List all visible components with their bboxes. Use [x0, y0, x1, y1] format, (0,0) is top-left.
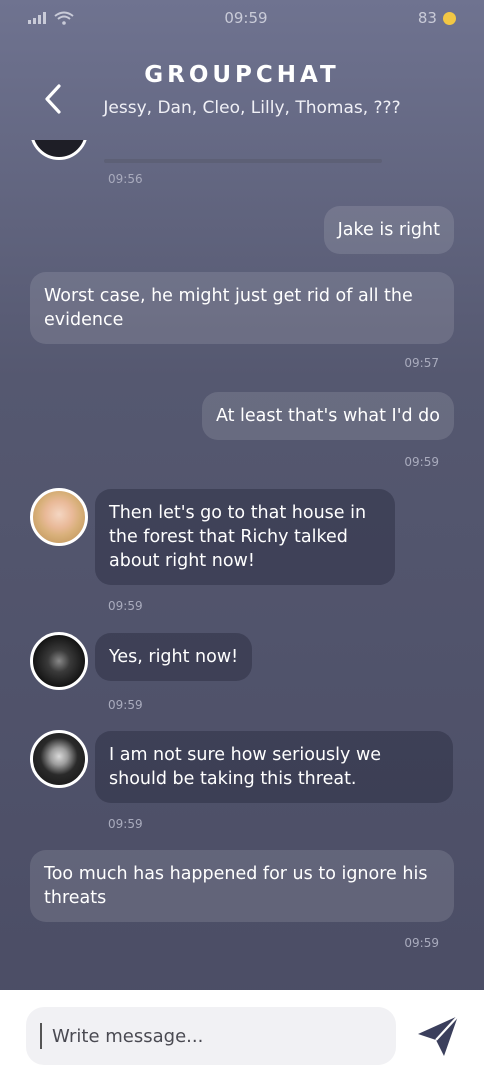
message-time: 09:59	[108, 698, 143, 712]
avatar[interactable]	[30, 488, 88, 546]
clock: 09:59	[224, 9, 268, 27]
avatar[interactable]	[30, 140, 88, 160]
avatar[interactable]	[30, 730, 88, 788]
message-time: 09:59	[108, 599, 143, 613]
send-icon[interactable]	[414, 1014, 462, 1058]
group-members: Jessy, Dan, Cleo, Lilly, Thomas, ???	[103, 98, 401, 118]
battery: 83	[418, 9, 456, 27]
message-list[interactable]: 09:56 Jake is right Worst case, he might…	[0, 140, 484, 990]
message-input[interactable]	[52, 1025, 372, 1047]
status-bar: 09:59 83	[0, 0, 484, 36]
message-bubble-outgoing[interactable]: Jake is right	[323, 206, 454, 254]
back-arrow-icon[interactable]	[40, 82, 66, 116]
message-bubble-outgoing[interactable]: Worst case, he might just get rid of all…	[30, 272, 454, 344]
previous-message-bubble	[104, 159, 382, 163]
message-bubble-outgoing[interactable]: At least that's what I'd do	[201, 392, 454, 440]
page-title: GROUPCHAT	[144, 62, 340, 88]
text-cursor	[40, 1023, 42, 1049]
status-left	[28, 11, 74, 25]
wifi-icon	[54, 11, 74, 25]
message-composer	[0, 990, 484, 1080]
message-time: 09:59	[404, 936, 439, 950]
signal-icon	[28, 12, 46, 24]
message-bubble-incoming[interactable]: Yes, right now!	[95, 633, 253, 681]
message-time: 09:59	[108, 817, 143, 831]
message-time: 09:57	[404, 356, 439, 370]
battery-level: 83	[417, 9, 437, 27]
message-bubble-incoming[interactable]: Then let's go to that house in the fores…	[95, 489, 395, 585]
chat-header: GROUPCHAT Jessy, Dan, Cleo, Lilly, Thoma…	[0, 62, 484, 118]
message-bubble-outgoing[interactable]: Too much has happened for us to ignore h…	[30, 850, 454, 922]
message-time: 09:59	[404, 455, 439, 469]
message-time: 09:56	[108, 172, 143, 186]
message-bubble-incoming[interactable]: I am not sure how seriously we should be…	[95, 731, 453, 803]
battery-icon	[442, 11, 456, 25]
message-input-container[interactable]	[26, 1007, 396, 1065]
avatar[interactable]	[30, 632, 88, 690]
